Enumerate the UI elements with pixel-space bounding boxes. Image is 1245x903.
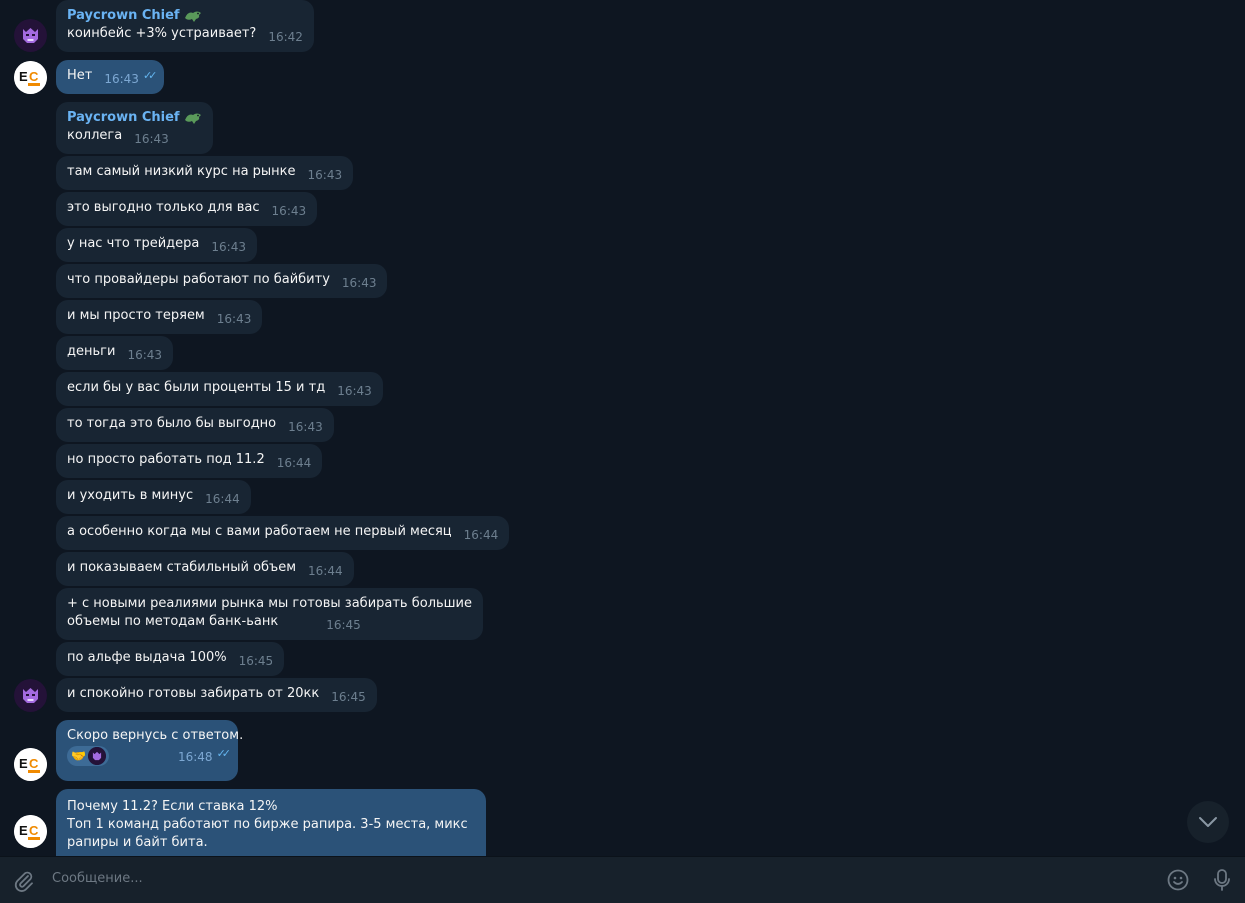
message-time: 16:45 (326, 618, 361, 632)
message-text: то тогда это было бы выгодно (67, 416, 277, 431)
reactor-avatar (87, 746, 106, 765)
svg-text:C: C (29, 756, 39, 771)
message-time: 16:43 (127, 348, 163, 362)
message-composer: Сообщение... (0, 856, 1245, 903)
message-time: 16:45 (238, 654, 274, 668)
message-text: и мы просто теряем (67, 308, 205, 323)
message-text: коинбейс +3% устраивает? (67, 26, 257, 41)
message-time: 16:43 (337, 384, 372, 398)
svg-text:E: E (19, 823, 28, 838)
message-bubble[interactable]: деньги 16:43 (56, 336, 174, 370)
message-text: и уходить в минус (67, 488, 194, 503)
double-check-icon: ✓✓ (216, 747, 232, 760)
message-text: и спокойно готовы забирать от 20кк (67, 686, 320, 701)
self-avatar[interactable]: EC (14, 61, 47, 94)
message-bubble[interactable]: у нас что трейдера 16:43 (56, 228, 257, 262)
message-time: 16:48 (177, 750, 213, 764)
message-time: 16:44 (276, 456, 312, 470)
message-text: у нас что трейдера (67, 236, 200, 251)
message-text-line: рапиры и байт бита. (67, 835, 208, 850)
message-bubble[interactable]: что провайдеры работают по байбиту 16:43 (56, 264, 388, 298)
handshake-emoji-icon: 🤝 (71, 748, 86, 763)
message-bubble[interactable]: и мы просто теряем 16:43 (56, 300, 263, 334)
message-text: коллега (67, 128, 123, 143)
dragon-emoji-icon (184, 113, 201, 124)
self-avatar[interactable]: EC (14, 815, 47, 848)
message-text: а особенно когда мы с вами работаем не п… (67, 524, 452, 539)
message-time: 16:43 (288, 420, 323, 434)
message-text-line: Топ 1 команд работают по бирже рапира. 3… (67, 817, 468, 832)
message-bubble[interactable]: то тогда это было бы выгодно 16:43 (56, 408, 334, 442)
message-text: и показываем стабильный объем (67, 560, 297, 575)
message-bubble[interactable]: Paycrown Chief коллега 16:43 (56, 102, 213, 154)
message-bubble[interactable]: Почему 11.2? Если ставка 12% Топ 1 коман… (56, 789, 486, 856)
message-time: 16:44 (308, 564, 343, 578)
chevron-down-icon (1199, 817, 1217, 827)
message-bubble[interactable]: и показываем стабильный объем 16:44 (56, 552, 354, 586)
message-bubble[interactable]: а особенно когда мы с вами работаем не п… (56, 516, 510, 550)
message-time: 16:42 (268, 30, 303, 44)
svg-text:E: E (19, 756, 28, 771)
message-text-line: Почему 11.2? Если ставка 12% (67, 799, 278, 814)
message-time: 16:43 (307, 168, 343, 182)
message-text: Скоро вернусь с ответом. (67, 728, 244, 743)
message-bubble[interactable]: но просто работать под 11.2 16:44 (56, 444, 323, 478)
message-time: 16:44 (463, 528, 499, 542)
message-text: что провайдеры работают по байбиту (67, 272, 330, 287)
svg-text:E: E (19, 69, 28, 84)
message-text-line: объемы по методам банк-ьанк (67, 614, 279, 629)
message-bubble[interactable]: + с новыми реалиями рынка мы готовы заби… (56, 588, 484, 640)
emoji-icon[interactable] (1166, 868, 1190, 896)
scroll-down-button[interactable] (1187, 801, 1229, 843)
sender-name[interactable]: Paycrown Chief (67, 7, 303, 25)
paperclip-icon[interactable] (12, 869, 36, 897)
message-time: 16:43 (211, 240, 246, 254)
message-text: там самый низкий курс на рынке (67, 164, 296, 179)
message-bubble[interactable]: по альфе выдача 100% 16:45 (56, 642, 285, 676)
double-check-icon: ✓✓ (142, 69, 158, 82)
dragon-emoji-icon (184, 11, 201, 22)
peer-avatar[interactable] (14, 679, 47, 712)
message-time: 16:43 (134, 132, 169, 146)
message-text: деньги (67, 344, 116, 359)
message-bubble[interactable]: и спокойно готовы забирать от 20кк 16:45 (56, 678, 377, 712)
message-time: 16:43 (216, 312, 252, 326)
message-time: 16:43 (341, 276, 377, 290)
message-bubble[interactable]: Скоро вернусь с ответом. 🤝 16:48 ✓✓ (56, 720, 244, 781)
reaction-pill[interactable]: 🤝 (67, 745, 109, 766)
message-text: Нет (67, 68, 93, 83)
message-bubble[interactable]: там самый низкий курс на рынке 16:43 (56, 156, 354, 190)
message-text: но просто работать под 11.2 (67, 452, 265, 467)
message-bubble[interactable]: Нет 16:43 ✓✓ (56, 60, 165, 94)
message-text: это выгодно только для вас (67, 200, 260, 215)
message-text: если бы у вас были проценты 15 и тд (67, 380, 326, 395)
message-time: 16:45 (331, 690, 366, 704)
peer-avatar[interactable] (14, 19, 47, 52)
microphone-icon[interactable] (1211, 868, 1233, 896)
message-bubble[interactable]: и уходить в минус 16:44 (56, 480, 251, 514)
message-input[interactable]: Сообщение... (52, 871, 143, 886)
message-time: 16:43 (104, 72, 139, 86)
message-bubble[interactable]: Paycrown Chief коинбейс +3% устраивает? 1… (56, 0, 314, 52)
sender-name[interactable]: Paycrown Chief (67, 109, 202, 127)
svg-text:C: C (29, 69, 39, 84)
message-text: по альфе выдача 100% (67, 650, 227, 665)
message-bubble[interactable]: если бы у вас были проценты 15 и тд 16:43 (56, 372, 383, 406)
self-avatar[interactable]: EC (14, 748, 47, 781)
svg-text:C: C (29, 823, 39, 838)
message-text-line: + с новыми реалиями рынка мы готовы заби… (67, 596, 473, 611)
chat-area: Paycrown Chief коинбейс +3% устраивает? 1… (0, 0, 1245, 856)
message-bubble[interactable]: это выгодно только для вас 16:43 (56, 192, 318, 226)
message-time: 16:44 (205, 492, 240, 506)
message-time: 16:43 (271, 204, 307, 218)
